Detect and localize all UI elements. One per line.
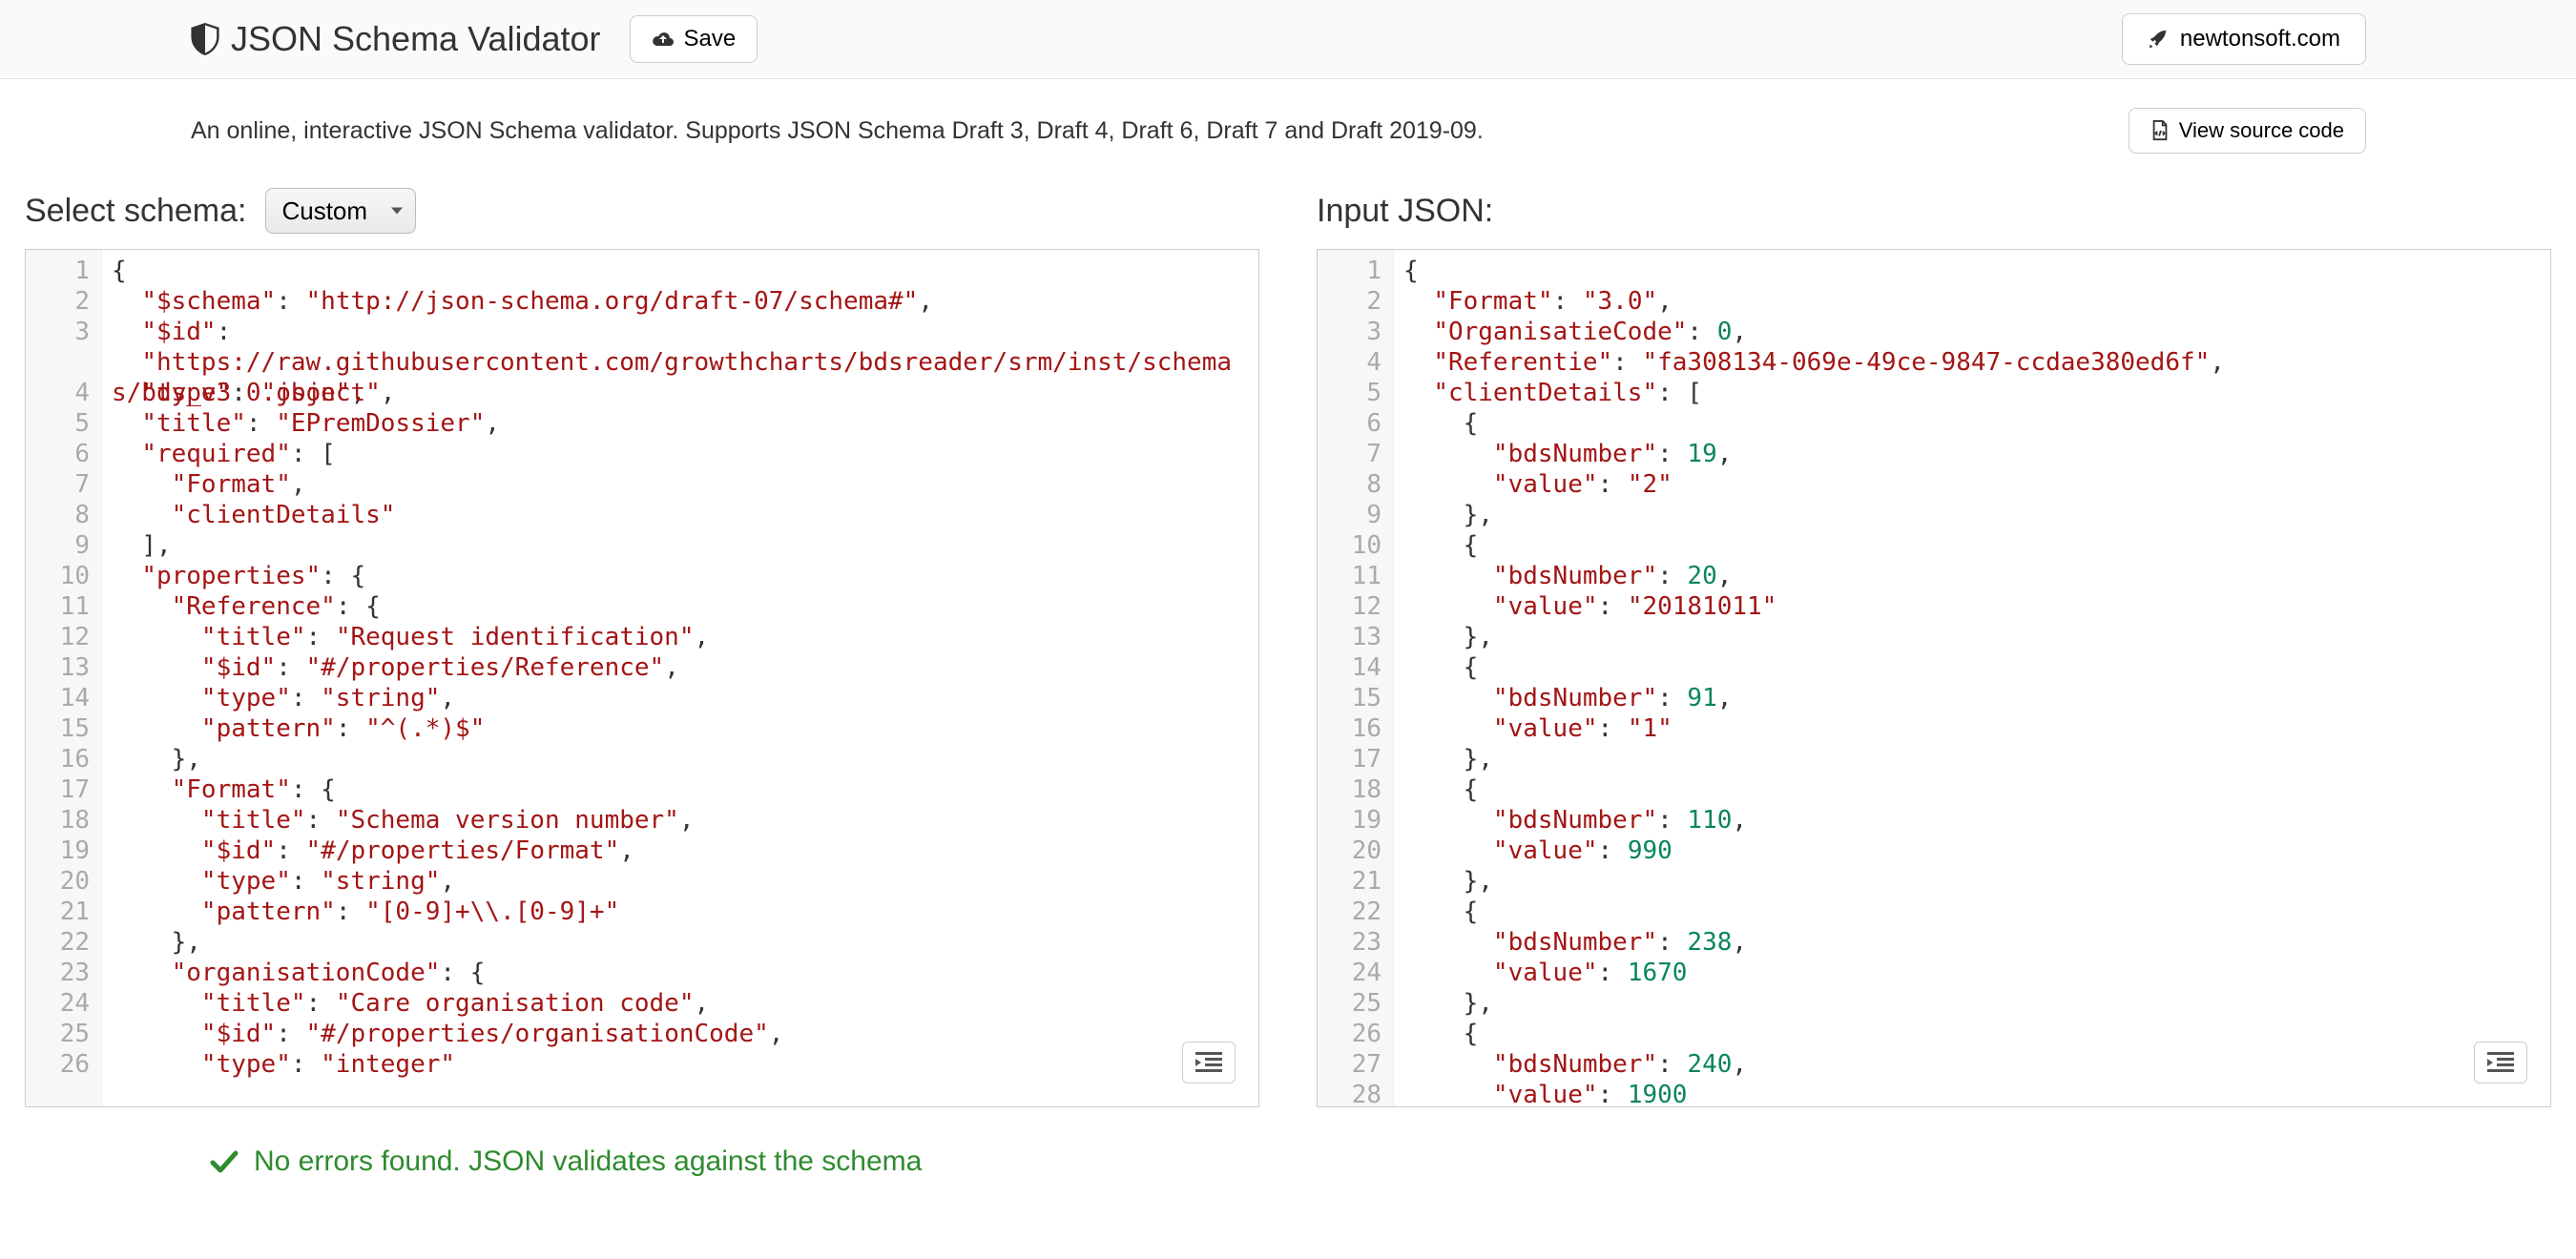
format-json-button[interactable] [2474,1042,2527,1084]
json-editor[interactable]: 1234567891011121314151617181920212223242… [1317,249,2551,1107]
newtonsoft-link[interactable]: newtonsoft.com [2122,13,2366,65]
schema-code[interactable]: { "$schema": "http://json-schema.org/dra… [102,250,1258,1106]
save-label: Save [684,26,737,52]
format-schema-button[interactable] [1182,1042,1236,1084]
shield-icon [191,23,219,55]
schema-pane: Select schema: Custom 123456789101112131… [25,182,1259,1107]
subbar: An online, interactive JSON Schema valid… [0,79,2576,163]
json-pane: Input JSON: 1234567891011121314151617181… [1317,182,2551,1107]
description-text: An online, interactive JSON Schema valid… [191,117,1484,145]
code-file-icon [2150,120,2170,141]
topbar: JSON Schema Validator Save newtonsoft.co… [0,0,2576,79]
schema-editor[interactable]: 1234567891011121314151617181920212223242… [25,249,1259,1107]
json-pane-header: Input JSON: [1317,182,2551,239]
save-button[interactable]: Save [630,15,758,63]
check-icon [210,1149,239,1174]
indent-icon [2487,1052,2514,1073]
schema-gutter: 1234567891011121314151617181920212223242… [26,250,102,1106]
app-title: JSON Schema Validator [231,19,601,59]
json-code[interactable]: { "Format": "3.0", "OrganisatieCode": 0,… [1394,250,2550,1106]
indent-icon [1195,1052,1222,1073]
panes: Select schema: Custom 123456789101112131… [0,163,2576,1107]
view-source-label: View source code [2179,118,2344,143]
validation-status: No errors found. JSON validates against … [0,1107,2576,1216]
status-message: No errors found. JSON validates against … [254,1145,922,1178]
schema-label: Select schema: [25,193,246,230]
schema-pane-header: Select schema: Custom [25,182,1259,239]
cloud-upload-icon [652,30,675,49]
schema-select[interactable]: Custom [265,188,416,234]
title-group: JSON Schema Validator [191,19,601,59]
json-label: Input JSON: [1317,193,1493,230]
newtonsoft-label: newtonsoft.com [2180,26,2340,52]
rocket-icon [2148,29,2169,50]
json-gutter: 1234567891011121314151617181920212223242… [1318,250,1394,1106]
view-source-button[interactable]: View source code [2129,108,2366,154]
